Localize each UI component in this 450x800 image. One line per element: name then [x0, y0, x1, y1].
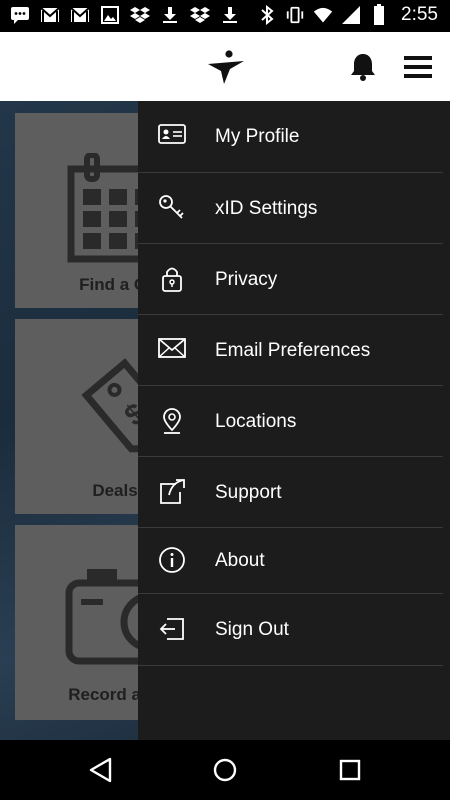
- brand-logo-icon[interactable]: [206, 50, 246, 86]
- recents-icon[interactable]: [335, 755, 365, 785]
- bell-icon[interactable]: [349, 52, 377, 82]
- menu-item-label: Privacy: [215, 268, 278, 290]
- menu-item-privacy[interactable]: Privacy: [138, 244, 443, 315]
- download-icon: [220, 5, 240, 25]
- sign-out-icon: [158, 615, 186, 643]
- menu-item-label: xID Settings: [215, 197, 318, 219]
- id-card-icon: [158, 122, 186, 150]
- clock: 2:55: [401, 4, 438, 25]
- menu-item-xid-settings[interactable]: xID Settings: [138, 173, 443, 244]
- lock-icon: [158, 265, 186, 293]
- dropbox-icon: [130, 5, 150, 25]
- menu-item-label: About: [215, 549, 265, 571]
- signal-icon: [341, 5, 361, 25]
- battery-icon: [369, 4, 389, 25]
- app-header: [0, 32, 450, 101]
- divider: [138, 665, 443, 666]
- status-bar: 2:55: [0, 0, 450, 32]
- notification-icons: [10, 5, 240, 25]
- menu-item-my-profile[interactable]: My Profile: [138, 101, 443, 172]
- android-nav-bar: [0, 740, 450, 800]
- download-icon: [160, 5, 180, 25]
- navigation-drawer: My Profile xID Settings Privacy Email Pr…: [138, 101, 450, 740]
- map-pin-icon: [158, 407, 186, 435]
- bluetooth-icon: [257, 5, 277, 25]
- gmail-icon: [70, 5, 90, 25]
- sms-icon: [10, 5, 30, 25]
- menu-item-label: Sign Out: [215, 618, 289, 640]
- vibrate-icon: [285, 5, 305, 25]
- back-icon[interactable]: [86, 755, 116, 785]
- menu-item-label: My Profile: [215, 125, 300, 147]
- image-icon: [100, 5, 120, 25]
- menu-item-sign-out[interactable]: Sign Out: [138, 594, 443, 665]
- hamburger-menu-icon[interactable]: [403, 55, 433, 79]
- gmail-icon: [40, 5, 60, 25]
- menu-item-locations[interactable]: Locations: [138, 386, 443, 457]
- dropbox-icon: [190, 5, 210, 25]
- info-icon: [158, 546, 186, 574]
- menu-item-about[interactable]: About: [138, 528, 443, 593]
- envelope-icon: [158, 336, 186, 364]
- menu-item-email-preferences[interactable]: Email Preferences: [138, 315, 443, 386]
- wifi-icon: [313, 5, 333, 25]
- menu-item-support[interactable]: Support: [138, 457, 443, 528]
- menu-item-label: Locations: [215, 410, 297, 432]
- key-icon: [158, 194, 186, 222]
- menu-item-label: Email Preferences: [215, 339, 371, 361]
- external-link-icon: [158, 478, 186, 506]
- system-icons: 2:55: [257, 4, 438, 26]
- home-icon[interactable]: [210, 755, 240, 785]
- menu-item-label: Support: [215, 481, 282, 503]
